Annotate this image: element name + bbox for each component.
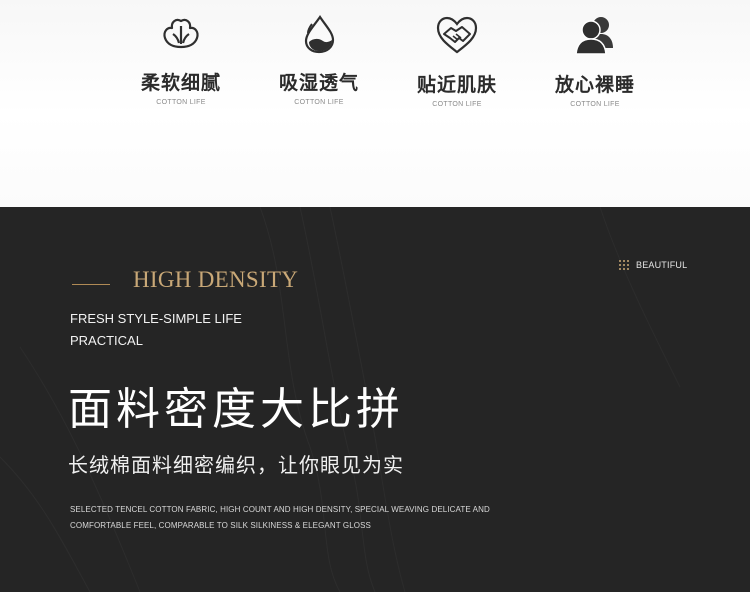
feature-title: 放心裸睡 — [554, 74, 635, 96]
heart-handshake-icon — [436, 16, 478, 54]
users-icon — [575, 17, 613, 55]
description-line-1: SELECTED TENCEL COTTON FABRIC, HIGH COUN… — [70, 505, 490, 514]
description-line-2: COMFORTABLE FEEL, COMPARABLE TO SILK SIL… — [70, 521, 371, 530]
feature-skin: 贴近肌肤 COTTON LIFE — [387, 14, 527, 108]
features-section: 柔软细腻 COTTON LIFE 吸湿透气 COTTON LIFE 贴近肌肤 C… — [0, 0, 750, 207]
tagline-line-1: FRESH STYLE-SIMPLE LIFE — [70, 311, 242, 326]
tagline-line-2: PRACTICAL — [70, 333, 143, 348]
feature-title: 柔软细腻 — [140, 72, 221, 94]
page-subtitle: 长绒棉面料细密编织，让你眼见为实 — [68, 453, 404, 477]
badge-label: BEAUTIFUL — [636, 260, 688, 270]
section-heading: HIGH DENSITY — [133, 267, 299, 292]
water-drop-icon — [304, 15, 335, 54]
feature-subtitle: COTTON LIFE — [570, 101, 620, 108]
feature-sleep: 放心裸睡 COTTON LIFE — [525, 14, 665, 108]
feature-subtitle: COTTON LIFE — [156, 99, 206, 106]
page-title: 面料密度大比拼 — [68, 384, 404, 435]
cotton-flower-icon — [163, 18, 199, 49]
density-section: HIGH DENSITY BEAUTIFUL FRESH STYLE-SIMPL… — [0, 207, 750, 592]
feature-soft: 柔软细腻 COTTON LIFE — [111, 14, 251, 106]
feature-breathable: 吸湿透气 COTTON LIFE — [249, 14, 389, 106]
heading-accent-line — [72, 284, 110, 285]
feature-title: 贴近肌肤 — [416, 74, 497, 96]
feature-title: 吸湿透气 — [278, 72, 359, 94]
feature-subtitle: COTTON LIFE — [432, 101, 482, 108]
feature-subtitle: COTTON LIFE — [294, 99, 344, 106]
dots-grid-icon — [619, 260, 629, 270]
